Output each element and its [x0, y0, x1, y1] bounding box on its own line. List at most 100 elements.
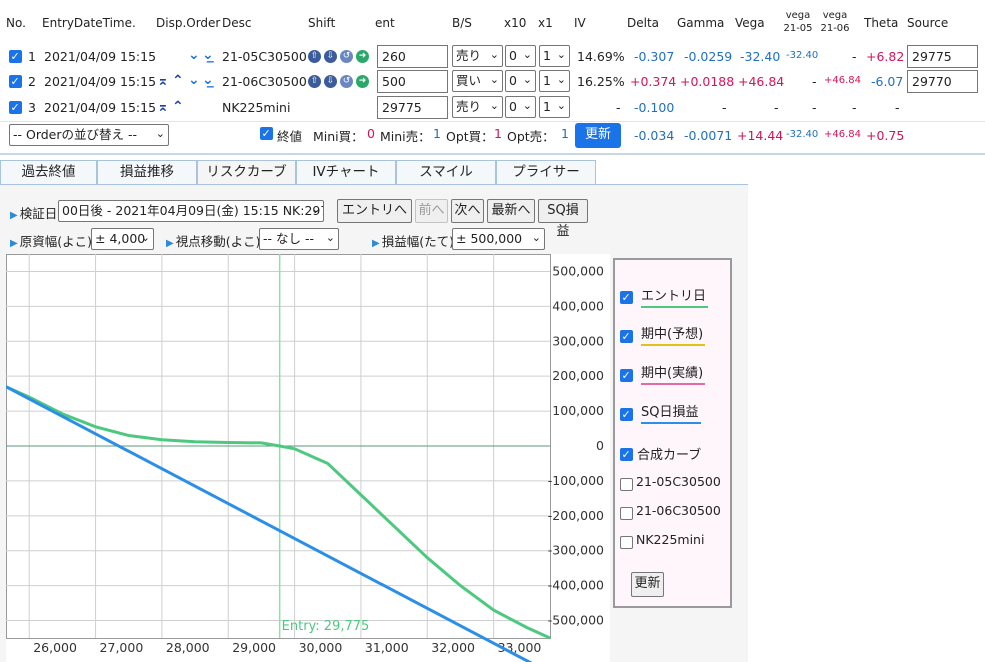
legend-leg1-checkbox[interactable] — [620, 478, 633, 491]
tab-pricer[interactable]: プライサー — [496, 160, 596, 185]
row-2-x10-select[interactable]: 0 ⌄ — [505, 70, 536, 92]
tab-pnl-trend[interactable]: 損益推移 — [97, 160, 197, 185]
move-up-icon[interactable]: ⌃ — [172, 99, 184, 115]
row-3-bs-value: 売り — [456, 99, 482, 114]
row-1-source-input[interactable]: 29775 — [907, 45, 978, 68]
legend-mid-forecast: 期中(予想) — [641, 323, 706, 346]
row-2-bs-select[interactable]: 買い ⌄ — [452, 70, 503, 92]
row-1-date: 2021/04/09 15:15 — [44, 49, 157, 64]
legend-leg3-checkbox[interactable] — [620, 536, 633, 549]
chevron-down-icon: ⌄ — [489, 73, 499, 86]
move-down-icon[interactable]: ⌄ — [188, 47, 200, 63]
row-2-x1-select[interactable]: 1 ⌄ — [539, 70, 570, 92]
summary-gamma: -0.0071 — [684, 128, 733, 143]
row-3-x10-select[interactable]: 0 ⌄ — [505, 96, 536, 118]
header-vega-2105-top: vega — [785, 10, 811, 21]
move-top-icon[interactable]: ⌅ — [157, 99, 169, 115]
verify-date-select[interactable]: 00日後 - 2021年04月09日(金) 15:15 NK:29775 ⌄ — [58, 200, 324, 222]
move-bottom-icon[interactable]: ⌄̲ — [202, 47, 214, 63]
opt-buy-count: 1 — [494, 126, 502, 141]
summary-divider — [0, 153, 985, 155]
legend-sq-pnl-checkbox[interactable] — [620, 408, 633, 421]
summary-vega-2105: -32.40 — [786, 129, 819, 140]
shift-down-icon[interactable]: ⇩ — [324, 75, 337, 88]
summary-update-button[interactable]: 更新 — [575, 123, 621, 148]
legend-composite: 合成カーブ — [637, 448, 702, 463]
row-3-vega: - — [774, 100, 779, 115]
legend-entry-day-checkbox[interactable] — [620, 291, 633, 304]
y-tick-label: 400,000 — [552, 298, 604, 313]
y-tick-label: -500,000 — [548, 613, 604, 628]
summary-theta: +0.75 — [866, 128, 905, 143]
row-2-source-input[interactable]: 29770 — [907, 70, 978, 93]
order-sort-select[interactable]: -- Orderの並び替え -- ⌄ — [9, 124, 169, 146]
row-2-gamma: +0.0188 — [680, 74, 735, 89]
legend-mid-actual-checkbox[interactable] — [620, 369, 633, 382]
header-vega-2106-top: vega — [822, 10, 848, 21]
row-1-vega-2105: -32.40 — [786, 50, 819, 61]
tab-iv-chart[interactable]: IVチャート — [296, 160, 396, 185]
header-bs: B/S — [452, 16, 472, 30]
shift-apply-icon[interactable]: ➜ — [356, 50, 369, 63]
move-bottom-icon[interactable]: ⌄̲ — [202, 72, 214, 88]
row-3-theta: - — [895, 100, 900, 115]
row-3-ent-input[interactable]: 29775 — [377, 96, 448, 119]
shift-reset-icon[interactable]: ↺ — [340, 50, 353, 63]
shift-apply-icon[interactable]: ➜ — [356, 75, 369, 88]
row-3-iv: - — [616, 100, 621, 115]
header-theta: Theta — [864, 16, 899, 30]
next-button[interactable]: 次へ — [451, 199, 484, 223]
latest-button[interactable]: 最新へ — [487, 199, 535, 223]
row-2-ent-input[interactable]: 500 — [377, 70, 448, 93]
legend-mid-forecast-checkbox[interactable] — [620, 330, 633, 343]
row-3-gamma: - — [722, 100, 727, 115]
row-3-desc: NK225mini — [222, 100, 291, 115]
verify-date-label: ▶ 検証日 — [10, 203, 57, 222]
y-tick-label: -300,000 — [548, 543, 604, 558]
close-price-checkbox[interactable] — [260, 127, 273, 140]
x-tick-label: 26,000 — [33, 640, 77, 655]
legend-leg3: NK225mini — [636, 532, 705, 547]
legend-composite-checkbox[interactable] — [620, 448, 633, 461]
row-1-x1-select[interactable]: 1 ⌄ — [539, 45, 570, 67]
pnl-width-select[interactable]: ± 500,000 ⌄ — [452, 228, 545, 250]
row-1-ent-input[interactable]: 260 — [377, 45, 448, 68]
price-width-select[interactable]: ± 4,000 ⌄ — [91, 228, 154, 250]
y-tick-label: 0 — [596, 438, 604, 453]
legend-leg2-checkbox[interactable] — [620, 507, 633, 520]
shift-down-icon[interactable]: ⇩ — [324, 50, 337, 63]
go-entry-button[interactable]: エントリへ — [337, 199, 412, 223]
header-ent: ent — [375, 16, 395, 30]
verify-date-value: 00日後 - 2021年04月09日(金) 15:15 NK:29775 — [62, 203, 324, 218]
viewpoint-select[interactable]: -- なし -- ⌄ — [259, 228, 339, 250]
move-top-icon[interactable]: ⌅ — [157, 73, 169, 89]
row-3-vega-2105: - — [812, 100, 817, 115]
row-1-x10-value: 0 — [509, 48, 517, 63]
prev-button[interactable]: 前へ — [415, 199, 448, 223]
row-3-x1-select[interactable]: 1 ⌄ — [539, 96, 570, 118]
header-source: Source — [907, 16, 949, 30]
row-1-x10-select[interactable]: 0 ⌄ — [505, 45, 536, 67]
tab-smile[interactable]: スマイル — [396, 160, 496, 185]
shift-reset-icon[interactable]: ↺ — [340, 75, 353, 88]
shift-up-icon[interactable]: ⇧ — [308, 75, 321, 88]
shift-up-icon[interactable]: ⇧ — [308, 50, 321, 63]
row-3-x10-value: 0 — [509, 99, 517, 114]
row-1-checkbox[interactable] — [9, 50, 22, 63]
row-2-checkbox[interactable] — [9, 75, 22, 88]
row-3-checkbox[interactable] — [9, 101, 22, 114]
move-down-icon[interactable]: ⌄ — [188, 72, 200, 88]
chevron-down-icon: ⌄ — [155, 127, 165, 140]
header-shift: Shift — [308, 16, 336, 30]
legend-box — [613, 258, 732, 608]
tab-risk-curve[interactable]: リスクカーブ — [197, 160, 296, 185]
header-vega-2106-bottom: 21-06 — [820, 23, 850, 34]
sq-pnl-button[interactable]: SQ損益 — [538, 199, 588, 239]
legend-update-button[interactable]: 更新 — [631, 572, 664, 597]
move-up-icon[interactable]: ⌃ — [172, 73, 184, 89]
row-1-vega-2106: - — [852, 49, 857, 64]
tab-past-close[interactable]: 過去終値 — [0, 160, 97, 185]
row-3-bs-select[interactable]: 売り ⌄ — [452, 96, 503, 118]
risk-curve-chart[interactable]: 26,000 27,000 28,000 29,000 30,000 31,000 32,0… — [6, 254, 610, 662]
row-1-bs-select[interactable]: 売り ⌄ — [452, 45, 503, 67]
